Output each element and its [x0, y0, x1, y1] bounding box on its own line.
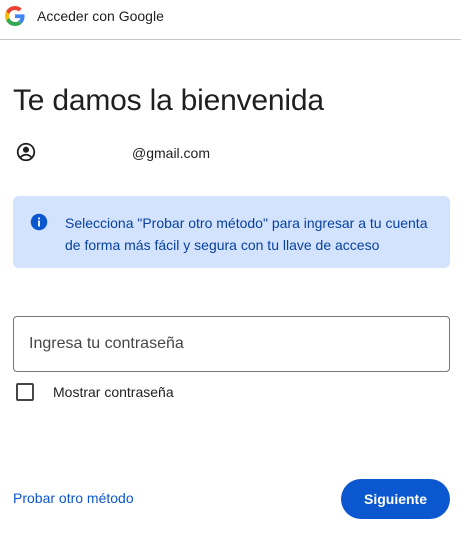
account-email: @gmail.com: [132, 145, 211, 161]
try-another-method-link[interactable]: Probar otro método: [13, 490, 134, 506]
info-banner-text: Selecciona "Probar otro método" para ing…: [65, 215, 428, 253]
info-icon: [30, 213, 48, 231]
show-password-label[interactable]: Mostrar contraseña: [53, 384, 174, 400]
google-logo-icon: [5, 6, 25, 26]
show-password-checkbox[interactable]: [16, 383, 34, 401]
password-input[interactable]: [14, 317, 449, 371]
passkey-info-banner: Selecciona "Probar otro método" para ing…: [13, 196, 450, 268]
account-circle-icon: [16, 142, 36, 162]
password-field[interactable]: [13, 316, 450, 372]
next-button[interactable]: Siguiente: [341, 479, 450, 519]
page-title: Te damos la bienvenida: [13, 84, 324, 117]
header-title: Acceder con Google: [37, 8, 164, 24]
top-bar: Acceder con Google: [0, 0, 461, 40]
